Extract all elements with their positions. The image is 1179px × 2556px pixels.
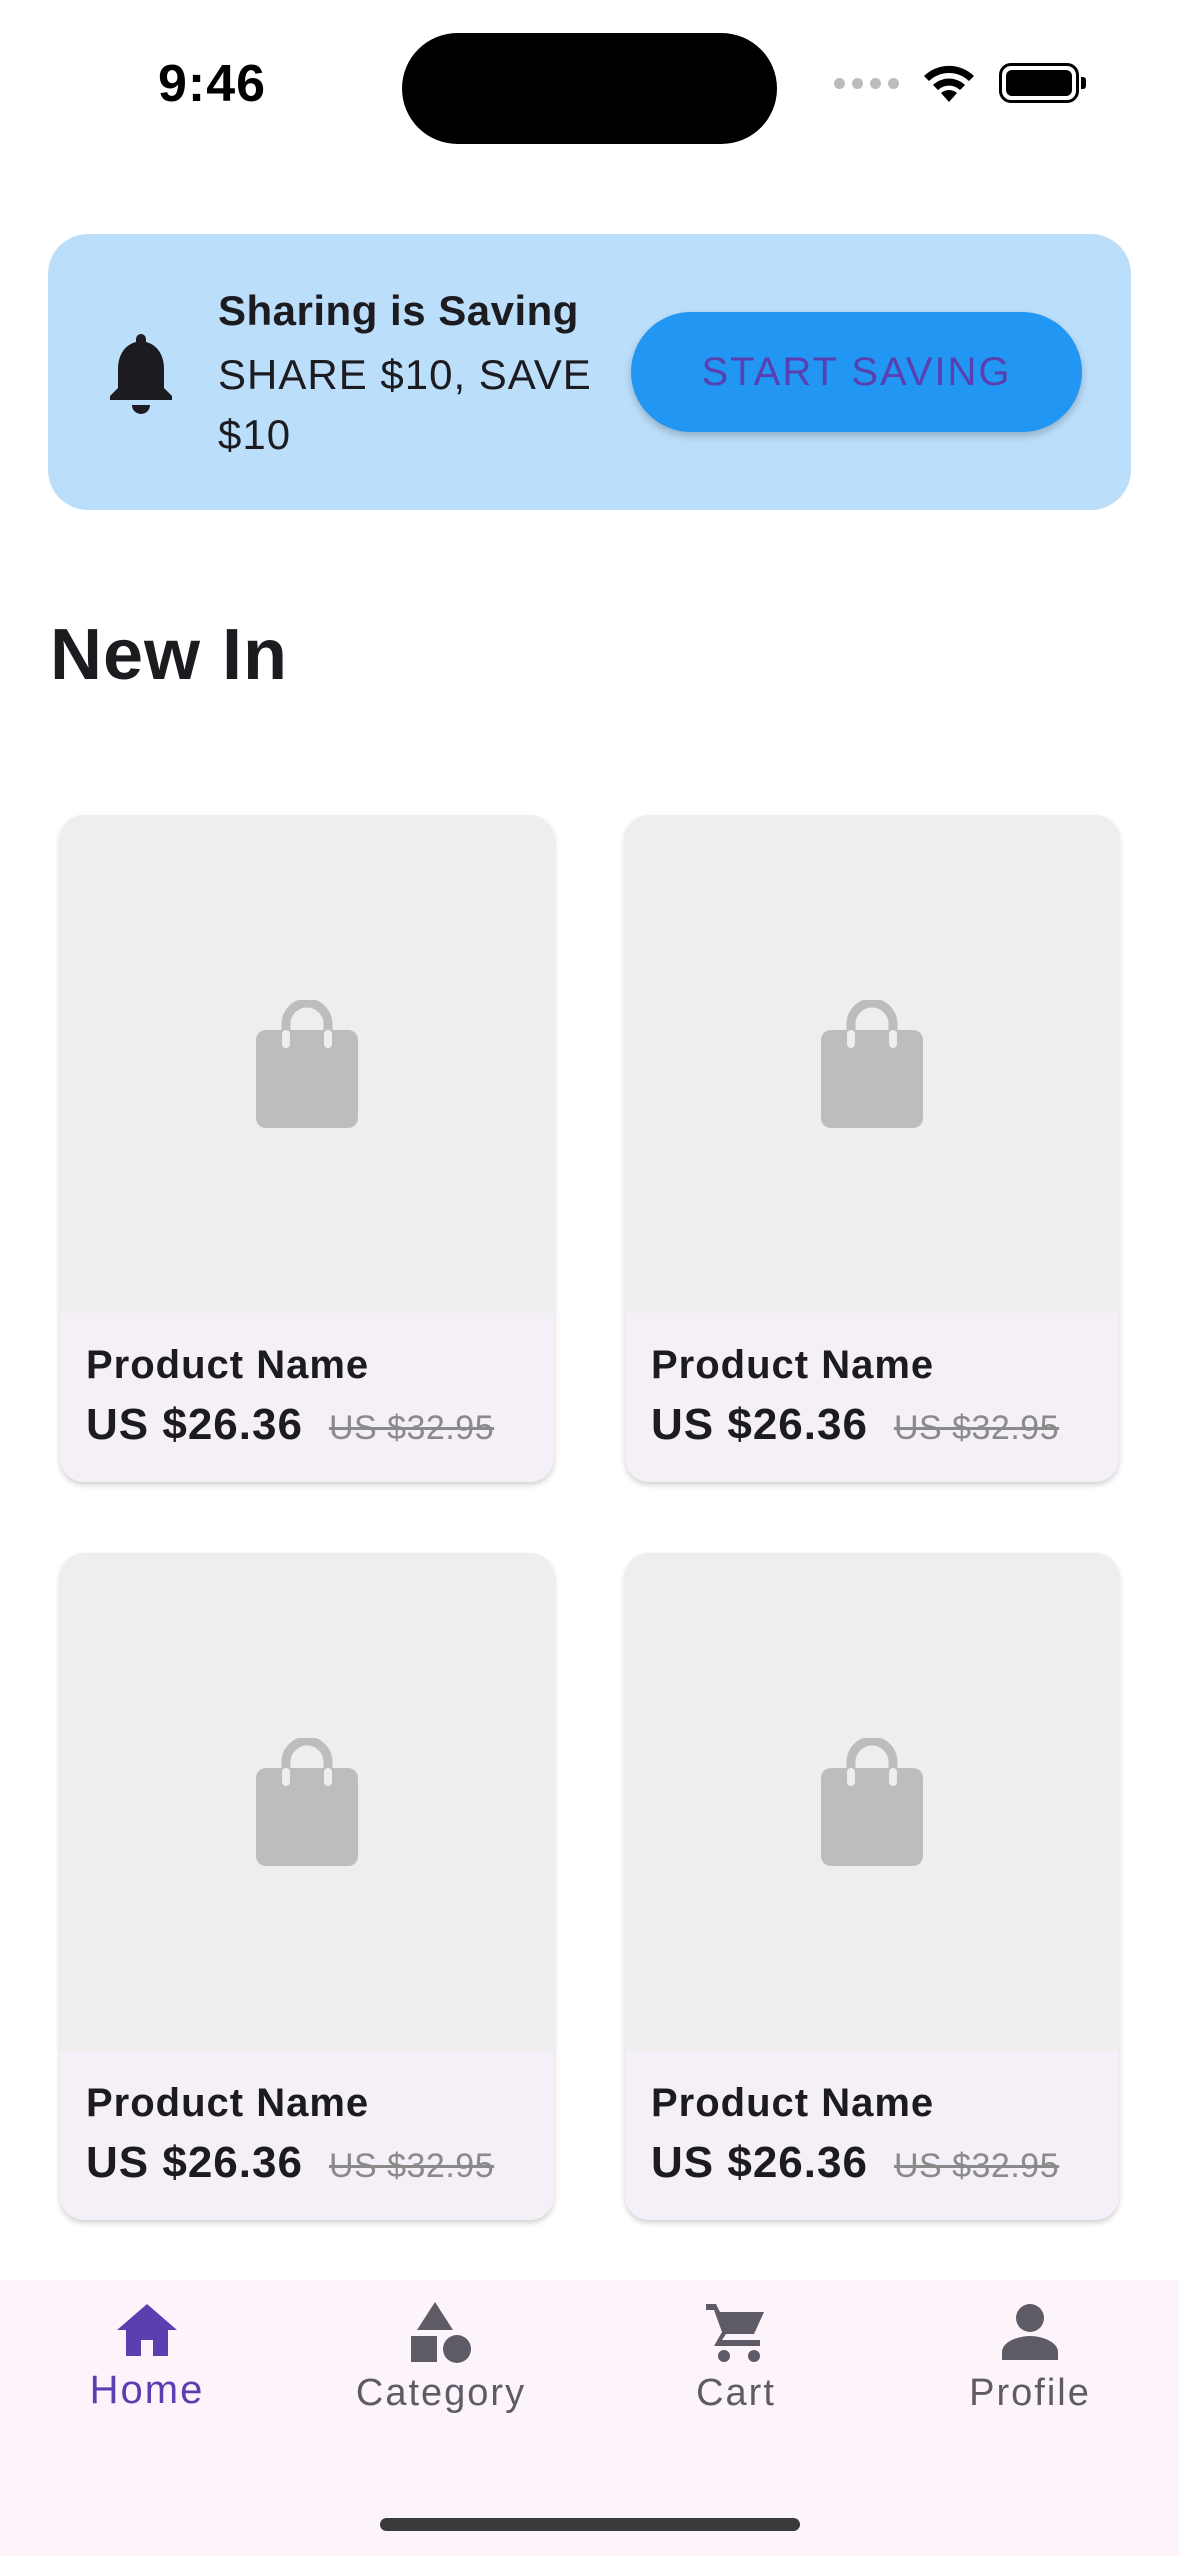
product-price: US $26.36 [651, 1400, 868, 1449]
battery-icon [999, 63, 1086, 103]
product-card[interactable]: Product Name US $26.36 US $32.95 [625, 1553, 1119, 2220]
nav-item-profile[interactable]: Profile [900, 2300, 1160, 2460]
product-price: US $26.36 [86, 2138, 303, 2187]
product-image-placeholder [625, 1553, 1119, 2051]
nav-item-category[interactable]: Category [311, 2300, 571, 2460]
nav-item-cart[interactable]: Cart [606, 2300, 866, 2460]
product-name: Product Name [86, 2081, 370, 2125]
nav-label-category: Category [355, 2372, 527, 2414]
price-row: US $26.36 US $32.95 [86, 2138, 494, 2188]
product-card[interactable]: Product Name US $26.36 US $32.95 [60, 1553, 554, 2220]
dynamic-island [402, 33, 777, 144]
status-icons [834, 62, 1086, 104]
shopping-bag-icon [256, 1738, 358, 1866]
price-row: US $26.36 US $32.95 [86, 1400, 494, 1450]
status-bar: 9:46 [0, 0, 1179, 170]
banner-title: Sharing is Saving [218, 287, 579, 334]
product-image-placeholder [60, 1553, 554, 2051]
profile-icon [1002, 2304, 1058, 2360]
nav-label-home: Home [89, 2368, 205, 2412]
cart-icon [706, 2304, 764, 2362]
category-icon [411, 2302, 471, 2363]
price-row: US $26.36 US $32.95 [651, 1400, 1059, 1450]
status-time: 9:46 [158, 55, 267, 113]
product-price: US $26.36 [86, 1400, 303, 1449]
product-old-price: US $32.95 [893, 2147, 1060, 2185]
product-old-price: US $32.95 [328, 2147, 495, 2185]
nav-label-cart: Cart [696, 2372, 776, 2414]
shopping-bag-icon [821, 1738, 923, 1866]
nav-label-profile: Profile [969, 2372, 1091, 2414]
home-indicator[interactable] [380, 2518, 800, 2531]
signal-dots-icon [834, 77, 899, 89]
start-saving-button[interactable]: START SAVING [631, 312, 1082, 432]
product-old-price: US $32.95 [328, 1409, 495, 1447]
banner-subtitle: SHARE $10, SAVE $10 [218, 351, 592, 458]
wifi-icon [924, 65, 974, 102]
product-name: Product Name [651, 1343, 935, 1387]
bell-icon [110, 334, 172, 414]
product-card[interactable]: Product Name US $26.36 US $32.95 [60, 815, 554, 1482]
product-price: US $26.36 [651, 2138, 868, 2187]
section-title: New In [50, 615, 289, 695]
shopping-bag-icon [256, 1000, 358, 1128]
price-row: US $26.36 US $32.95 [651, 2138, 1059, 2188]
product-old-price: US $32.95 [893, 1409, 1060, 1447]
product-card[interactable]: Product Name US $26.36 US $32.95 [625, 815, 1119, 1482]
product-name: Product Name [651, 2081, 935, 2125]
shopping-bag-icon [821, 1000, 923, 1128]
product-image-placeholder [625, 815, 1119, 1313]
product-name: Product Name [86, 1343, 370, 1387]
nav-item-home[interactable]: Home [17, 2300, 277, 2460]
product-image-placeholder [60, 815, 554, 1313]
home-icon [117, 2304, 177, 2356]
